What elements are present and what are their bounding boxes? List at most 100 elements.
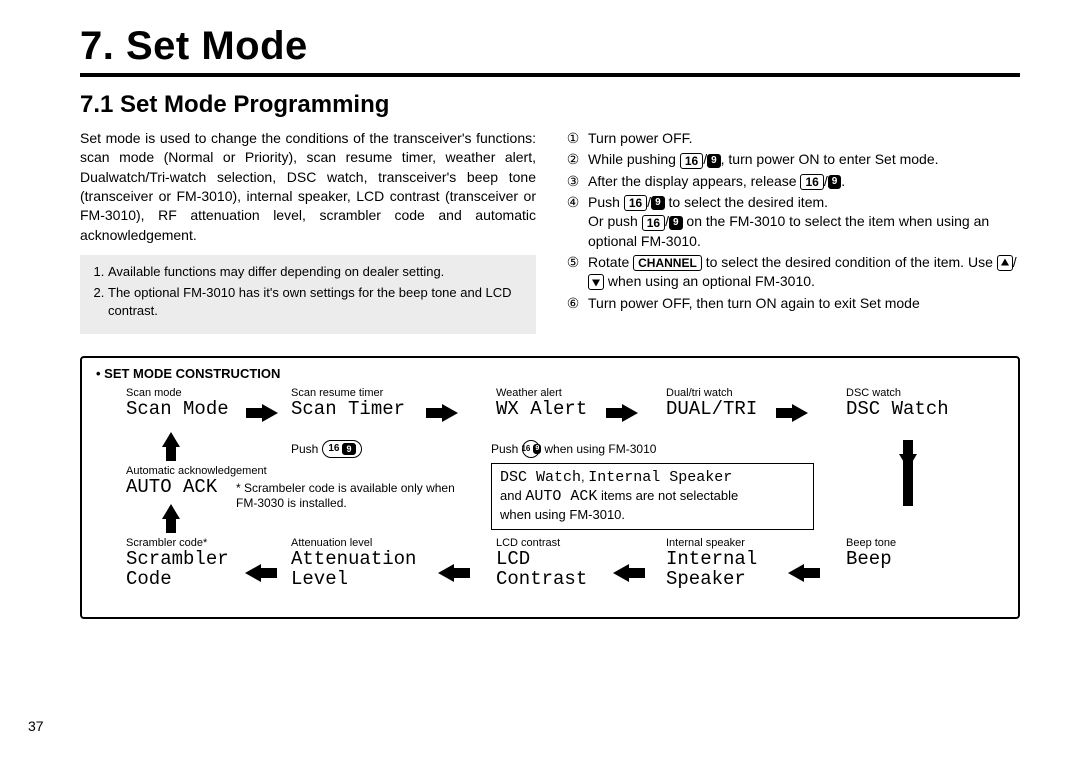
arrow-left-icon — [611, 566, 645, 580]
step-6-text: Turn power OFF, then turn ON again to ex… — [588, 294, 1020, 313]
cell-wx-alert: Weather alert WX Alert — [496, 387, 587, 419]
lbl-lcd-contrast: LCD contrast — [496, 537, 587, 549]
chapter-title: 7. Set Mode — [80, 24, 1020, 69]
page-number: 37 — [28, 718, 44, 734]
step-4: ④ Push 16/9 to select the desired item. … — [564, 193, 1020, 251]
cell-attenuation: Attenuation level Attenuation Level — [291, 537, 416, 589]
arrow-left-icon — [786, 566, 820, 580]
arrow-down-icon: .arr-down[style*="height:80px"]::before{… — [901, 440, 915, 520]
step-3-text: After the display appears, release 16/9. — [588, 172, 1020, 191]
step-4-text: Push 16/9 to select the desired item. Or… — [588, 193, 1020, 251]
lcd-lcd-contrast: LCD Contrast — [496, 549, 587, 589]
lbl-dual-tri: Dual/tri watch — [666, 387, 757, 399]
cell-scan-timer: Scan resume timer Scan Timer — [291, 387, 405, 419]
lbl-dsc-watch: DSC watch — [846, 387, 949, 399]
set-mode-construction-diagram: • SET MODE CONSTRUCTION Scan mode Scan M… — [80, 356, 1020, 619]
cell-dsc-watch: DSC watch DSC Watch — [846, 387, 949, 419]
key-16: 16 — [642, 215, 665, 231]
step-6-marker: ⑥ — [564, 294, 582, 313]
notes-box: Available functions may differ depending… — [80, 255, 536, 334]
down-key-icon — [588, 274, 604, 290]
push-label: Push — [291, 442, 318, 456]
lcd-dual-tri: DUAL/TRI — [666, 399, 757, 419]
step-3a: After the display appears, release — [588, 173, 800, 189]
key-9: 9 — [828, 175, 842, 189]
note-1: Available functions may differ depending… — [108, 263, 526, 281]
cell-scan-mode: Scan mode Scan Mode — [126, 387, 229, 419]
step-5c: when using an optional FM-3010. — [604, 273, 815, 289]
lbl-internal-speaker: Internal speaker — [666, 537, 757, 549]
key-9: 9 — [707, 154, 721, 168]
lcd-scan-mode: Scan Mode — [126, 399, 229, 419]
note-int-spk: Internal Speaker — [588, 469, 732, 486]
step-2: ② While pushing 16/9, turn power ON to e… — [564, 150, 1020, 169]
lbl-scan-timer: Scan resume timer — [291, 387, 405, 399]
note-2: The optional FM-3010 has it's own settin… — [108, 284, 526, 319]
step-2a: While pushing — [588, 151, 680, 167]
arrow-right-icon — [606, 406, 640, 420]
manual-page: 37 7. Set Mode 7.1 Set Mode Programming … — [0, 0, 1080, 762]
lbl-auto-ack: Automatic acknowledgement — [126, 465, 267, 477]
key-16-9-pill: 169 — [322, 440, 361, 458]
step-4-marker: ④ — [564, 193, 582, 251]
fm3010-exclusion-note: DSC Watch, Internal Speaker and AUTO ACK… — [491, 463, 814, 531]
key-16: 16 — [680, 153, 703, 169]
lcd-wx-alert: WX Alert — [496, 399, 587, 419]
arrow-up-icon — [164, 431, 178, 461]
diagram-grid: Scan mode Scan Mode Scan resume timer Sc… — [96, 385, 1004, 605]
step-4c: Or push — [588, 213, 642, 229]
step-1-text: Turn power OFF. — [588, 129, 1020, 148]
title-rule — [80, 73, 1020, 77]
step-5a: Rotate — [588, 254, 633, 270]
step-5b: to select the desired condition of the i… — [702, 254, 997, 270]
note-auto-ack: AUTO ACK — [525, 488, 597, 505]
cell-lcd-contrast: LCD contrast LCD Contrast — [496, 537, 587, 589]
push-fm-label: Push — [491, 442, 518, 456]
cell-internal-speaker: Internal speaker Internal Speaker — [666, 537, 757, 589]
lbl-scrambler: Scrambler code* — [126, 537, 229, 549]
push-fm-caption: Push 169 when using FM-3010 — [491, 440, 656, 458]
lbl-scan-mode: Scan mode — [126, 387, 229, 399]
cell-beep: Beep tone Beep — [846, 537, 896, 569]
key-9: 9 — [651, 196, 665, 210]
diagram-heading: • SET MODE CONSTRUCTION — [96, 366, 1004, 381]
cell-dual-tri: Dual/tri watch DUAL/TRI — [666, 387, 757, 419]
step-1: ① Turn power OFF. — [564, 129, 1020, 148]
step-6: ⑥ Turn power OFF, then turn ON again to … — [564, 294, 1020, 313]
step-3: ③ After the display appears, release 16/… — [564, 172, 1020, 191]
left-column: Set mode is used to change the condition… — [80, 129, 536, 334]
key-16-9-round: 169 — [522, 440, 540, 458]
lcd-internal-speaker: Internal Speaker — [666, 549, 757, 589]
lbl-wx-alert: Weather alert — [496, 387, 587, 399]
lbl-attenuation: Attenuation level — [291, 537, 416, 549]
arrow-up-icon — [164, 503, 178, 533]
key-9: 9 — [669, 216, 683, 230]
arrow-right-icon — [426, 406, 460, 420]
push-caption: Push 169 — [291, 440, 362, 458]
scrambler-footnote: * Scrambeler code is available only when… — [236, 481, 466, 511]
lcd-attenuation: Attenuation Level — [291, 549, 416, 589]
intro-paragraph: Set mode is used to change the condition… — [80, 129, 536, 245]
note-fm3010: when using FM-3010. — [500, 507, 625, 522]
push-fm-suffix: when using FM-3010 — [544, 442, 656, 456]
step-5-text: Rotate CHANNEL to select the desired con… — [588, 253, 1020, 292]
step-2-text: While pushing 16/9, turn power ON to ent… — [588, 150, 1020, 169]
note-dsc: DSC Watch — [500, 469, 581, 486]
note-not-sel: items are not selectable — [597, 488, 738, 503]
key-channel: CHANNEL — [633, 255, 702, 271]
lbl-beep: Beep tone — [846, 537, 896, 549]
step-4a: Push — [588, 194, 624, 210]
step-2-marker: ② — [564, 150, 582, 169]
lcd-scrambler: Scrambler Code — [126, 549, 229, 589]
step-1-marker: ① — [564, 129, 582, 148]
lcd-dsc-watch: DSC Watch — [846, 399, 949, 419]
step-5: ⑤ Rotate CHANNEL to select the desired c… — [564, 253, 1020, 292]
arrow-right-icon — [246, 406, 280, 420]
key-16: 16 — [624, 195, 647, 211]
step-5-marker: ⑤ — [564, 253, 582, 292]
right-column-steps: ① Turn power OFF. ② While pushing 16/9, … — [564, 129, 1020, 334]
step-3-marker: ③ — [564, 172, 582, 191]
step-3b: . — [841, 173, 845, 189]
arrow-left-icon — [243, 566, 277, 580]
arrow-left-icon — [436, 566, 470, 580]
